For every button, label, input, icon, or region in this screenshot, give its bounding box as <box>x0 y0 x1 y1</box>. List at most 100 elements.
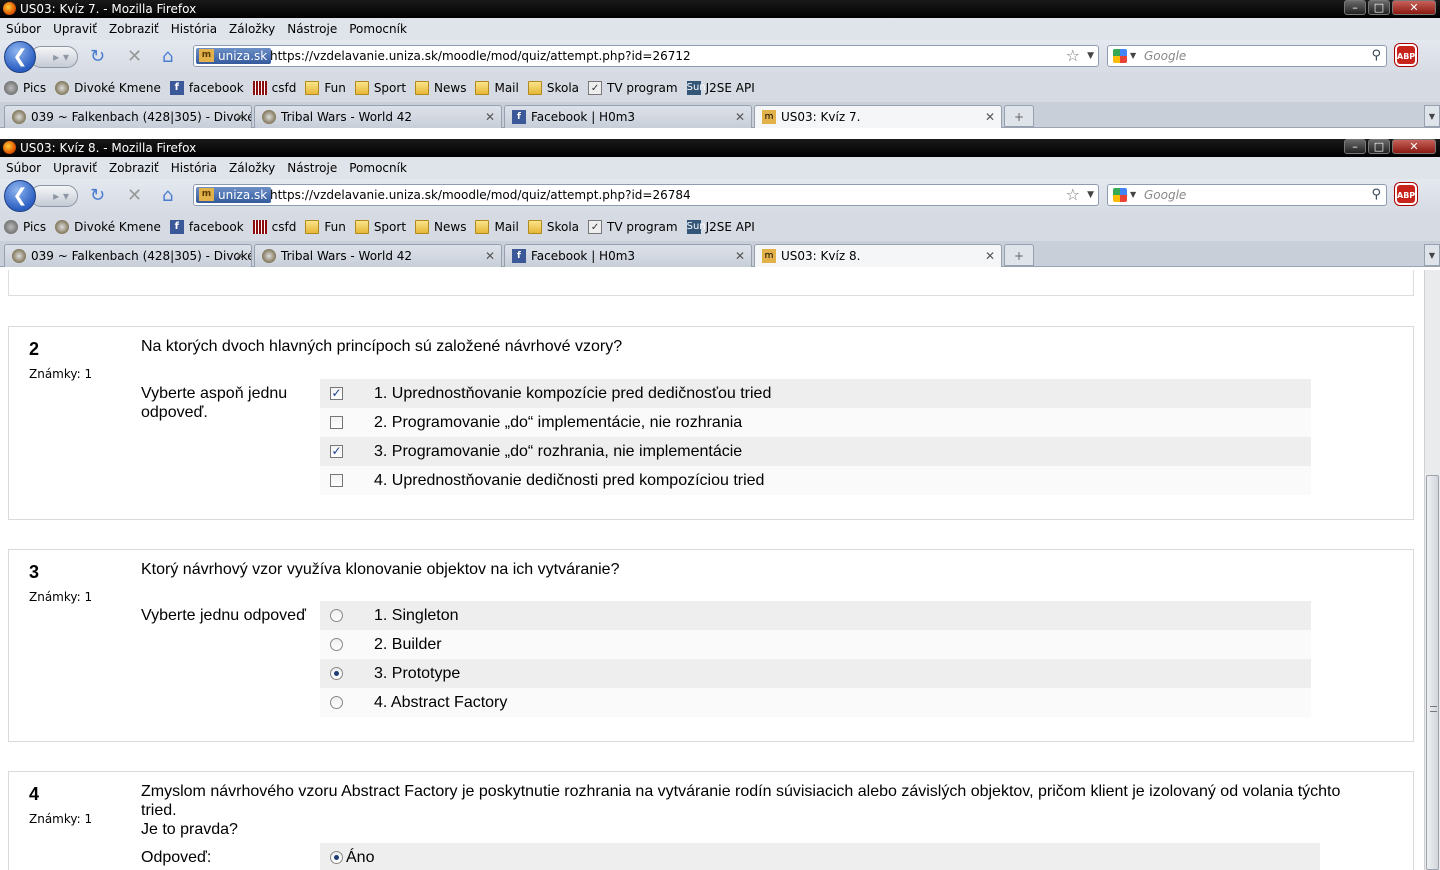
tab-list-button[interactable]: ▼ <box>1424 105 1440 127</box>
bookmark-csfd[interactable]: csfd <box>252 220 296 234</box>
answer-option[interactable]: 4. Abstract Factory <box>320 688 1311 717</box>
bookmark-skola[interactable]: Skola <box>527 220 579 234</box>
minimize-button[interactable]: – <box>1344 0 1366 15</box>
home-icon[interactable]: ⌂ <box>162 48 173 66</box>
maximize-button[interactable]: □ <box>1368 0 1390 15</box>
adblock-plus-icon[interactable]: ABP <box>1395 183 1417 205</box>
adblock-plus-icon[interactable]: ABP <box>1395 44 1417 66</box>
answer-option[interactable]: 3. Prototype <box>320 659 1311 688</box>
tab-close-icon[interactable]: ✕ <box>735 106 745 128</box>
scrollbar-thumb[interactable] <box>1426 475 1439 870</box>
minimize-button[interactable]: – <box>1344 139 1366 154</box>
tab-falkenbach[interactable]: 039 ~ Falkenbach (428|305) - Divoké... ✕ <box>4 105 252 128</box>
menu-zobrazit[interactable]: Zobraziť <box>109 18 159 40</box>
close-window-button[interactable]: ✕ <box>1392 139 1436 154</box>
menu-pomocnik[interactable]: Pomocník <box>349 18 407 40</box>
tab-close-icon[interactable]: ✕ <box>485 106 495 128</box>
menu-historia[interactable]: História <box>171 18 217 40</box>
google-icon[interactable] <box>1113 49 1127 63</box>
search-placeholder[interactable]: Google <box>1144 48 1186 64</box>
answer-option[interactable]: Áno <box>320 843 1320 870</box>
checkbox-checked[interactable]: ✓ <box>330 387 343 400</box>
menu-pomocnik[interactable]: Pomocník <box>349 157 407 179</box>
menu-nastroje[interactable]: Nástroje <box>287 157 337 179</box>
search-icon[interactable]: ⚲ <box>1371 186 1381 204</box>
new-tab-button[interactable]: + <box>1004 105 1034 127</box>
tab-close-icon[interactable]: ✕ <box>735 245 745 267</box>
stop-icon[interactable]: ✕ <box>127 187 142 205</box>
checkbox-checked[interactable]: ✓ <box>330 445 343 458</box>
tab-close-icon[interactable]: ✕ <box>235 245 245 267</box>
checkbox[interactable] <box>330 474 343 487</box>
bookmark-pics[interactable]: Pics <box>4 220 46 234</box>
menu-upravit[interactable]: Upraviť <box>53 157 97 179</box>
back-button[interactable]: ❮ <box>4 41 36 73</box>
url-bar[interactable]: m uniza.sk https://vzdelavanie.uniza.sk/m… <box>193 184 1099 206</box>
url-dropdown-icon[interactable]: ▼ <box>1087 46 1094 66</box>
back-button[interactable]: ❮ <box>4 180 36 212</box>
maximize-button[interactable]: □ <box>1368 139 1390 154</box>
reload-icon[interactable]: ↻ <box>90 187 105 205</box>
site-identity-button[interactable]: m uniza.sk <box>196 48 272 64</box>
bookmark-facebook[interactable]: f facebook <box>169 81 244 95</box>
menu-zalozky[interactable]: Záložky <box>229 157 275 179</box>
bookmark-star-icon[interactable]: ☆ <box>1066 185 1080 205</box>
url-dropdown-icon[interactable]: ▼ <box>1087 185 1094 205</box>
tab-tribal-wars[interactable]: Tribal Wars - World 42 ✕ <box>254 105 502 128</box>
answer-option[interactable]: 1. Singleton <box>320 601 1311 630</box>
search-placeholder[interactable]: Google <box>1144 187 1186 203</box>
answer-option[interactable]: 2. Builder <box>320 630 1311 659</box>
menu-zalozky[interactable]: Záložky <box>229 18 275 40</box>
new-tab-button[interactable]: + <box>1004 244 1034 266</box>
tab-quiz[interactable]: m US03: Kvíz 8. ✕ <box>754 244 1002 267</box>
forward-button[interactable]: ▸ ▾ <box>30 185 78 207</box>
tab-tribal-wars[interactable]: Tribal Wars - World 42 ✕ <box>254 244 502 267</box>
search-bar[interactable]: ▼ Google ⚲ <box>1107 45 1387 67</box>
home-icon[interactable]: ⌂ <box>162 187 173 205</box>
bookmark-j2se-api[interactable]: Sun J2SE API <box>686 220 755 234</box>
menu-historia[interactable]: História <box>171 157 217 179</box>
menu-upravit[interactable]: Upraviť <box>53 18 97 40</box>
tab-close-icon[interactable]: ✕ <box>485 245 495 267</box>
url-text[interactable]: https://vzdelavanie.uniza.sk/moodle/mod/… <box>270 187 691 203</box>
answer-option[interactable]: ✓ 3. Programovanie „do“ rozhrania, nie im… <box>320 437 1311 466</box>
bookmark-news[interactable]: News <box>415 81 466 95</box>
bookmark-pics[interactable]: Pics <box>4 81 46 95</box>
answer-option[interactable]: 2. Programovanie „do“ implementácie, nie… <box>320 408 1311 437</box>
tab-list-button[interactable]: ▼ <box>1424 244 1440 266</box>
site-identity-button[interactable]: m uniza.sk <box>196 187 272 203</box>
tab-facebook[interactable]: f Facebook | H0m3 ✕ <box>504 244 752 267</box>
bookmark-divoke-kmene[interactable]: Divoké Kmene <box>55 81 161 95</box>
tab-quiz[interactable]: m US03: Kvíz 7. ✕ <box>754 105 1002 128</box>
close-window-button[interactable]: ✕ <box>1392 0 1436 15</box>
menu-subor[interactable]: Súbor <box>6 18 41 40</box>
tab-close-icon[interactable]: ✕ <box>985 245 995 267</box>
bookmark-skola[interactable]: Skola <box>527 81 579 95</box>
bookmark-j2se-api[interactable]: Sun J2SE API <box>686 81 755 95</box>
bookmark-tv-program[interactable]: ✓ TV program <box>588 81 678 95</box>
bookmark-sport[interactable]: Sport <box>354 220 406 234</box>
bookmark-star-icon[interactable]: ☆ <box>1066 46 1080 66</box>
radio-button-selected[interactable] <box>330 667 343 680</box>
bookmark-divoke-kmene[interactable]: Divoké Kmene <box>55 220 161 234</box>
tab-falkenbach[interactable]: 039 ~ Falkenbach (428|305) - Divoké... ✕ <box>4 244 252 267</box>
radio-button[interactable] <box>330 638 343 651</box>
window-title-bar[interactable]: US03: Kvíz 8. - Mozilla Firefox – □ ✕ <box>0 139 1440 157</box>
menu-nastroje[interactable]: Nástroje <box>287 18 337 40</box>
answer-option[interactable]: 4. Uprednostňovanie dedičnosti pred komp… <box>320 466 1311 495</box>
forward-button[interactable]: ▸ ▾ <box>30 46 78 68</box>
bookmark-mail[interactable]: Mail <box>475 220 519 234</box>
google-icon[interactable] <box>1113 188 1127 202</box>
radio-button-selected[interactable] <box>330 851 343 864</box>
search-engine-dropdown-icon[interactable]: ▼ <box>1130 46 1136 66</box>
checkbox[interactable] <box>330 416 343 429</box>
answer-option[interactable]: ✓ 1. Uprednostňovanie kompozície pred ded… <box>320 379 1311 408</box>
menu-subor[interactable]: Súbor <box>6 157 41 179</box>
bookmark-facebook[interactable]: f facebook <box>169 220 244 234</box>
bookmark-fun[interactable]: Fun <box>305 220 346 234</box>
bookmark-sport[interactable]: Sport <box>354 81 406 95</box>
window-title-bar[interactable]: US03: Kvíz 7. - Mozilla Firefox – □ ✕ <box>0 0 1440 18</box>
bookmark-news[interactable]: News <box>415 220 466 234</box>
bookmark-csfd[interactable]: csfd <box>252 81 296 95</box>
bookmark-mail[interactable]: Mail <box>475 81 519 95</box>
